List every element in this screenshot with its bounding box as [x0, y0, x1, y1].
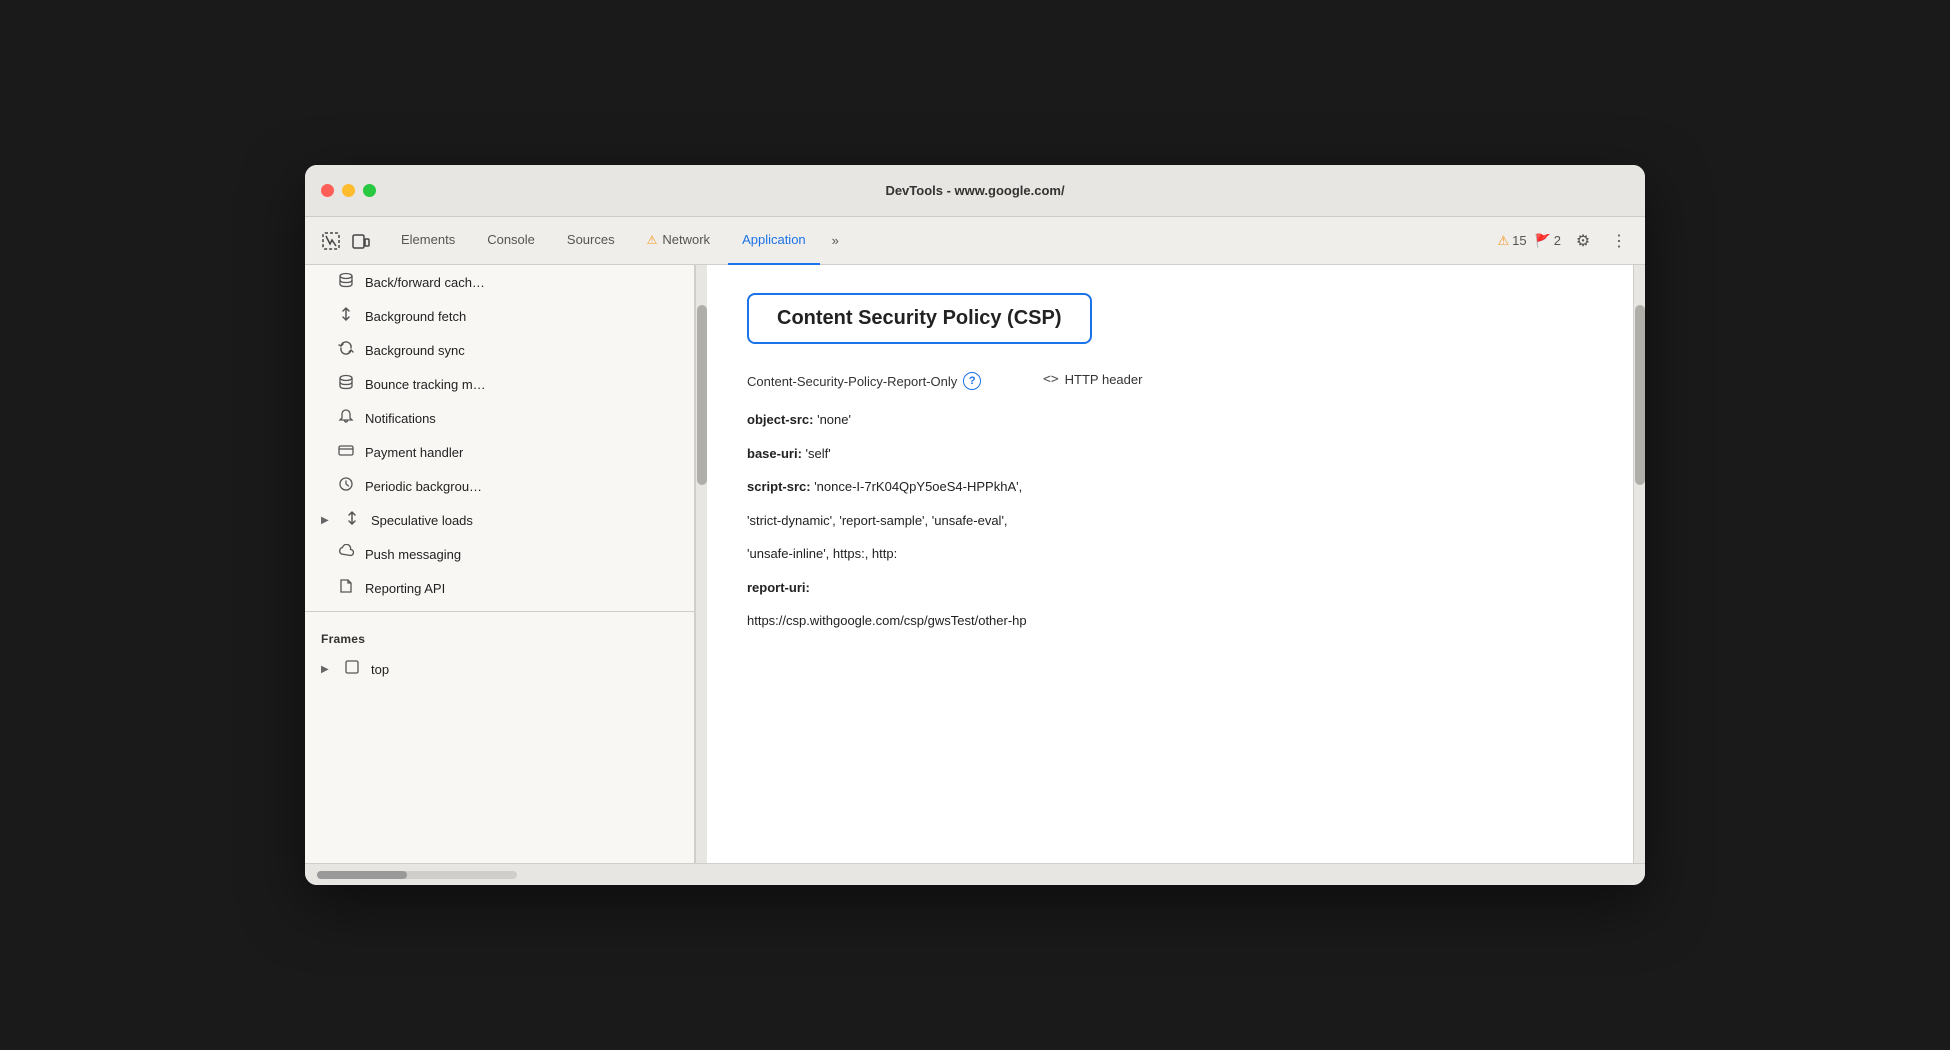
doc-icon — [337, 578, 355, 598]
sidebar-label: Reporting API — [365, 581, 445, 596]
frames-section-header: Frames — [305, 618, 694, 652]
bottom-scroll-track[interactable] — [317, 871, 517, 879]
frames-arrow-icon: ▶ — [321, 664, 333, 675]
network-warning-icon: ⚠ — [647, 233, 658, 247]
clock-icon — [337, 476, 355, 496]
sidebar-label: Payment handler — [365, 445, 463, 460]
error-badge: 🚩 2 — [1535, 233, 1561, 249]
settings-button[interactable]: ⚙ — [1569, 227, 1597, 255]
sidebar-item-reporting-api[interactable]: Reporting API — [305, 571, 694, 605]
maximize-button[interactable] — [363, 184, 376, 197]
csp-script-src: script-src: 'nonce-I-7rK04QpY5oeS4-HPPkh… — [747, 477, 1593, 497]
error-square-icon: 🚩 — [1535, 233, 1551, 249]
sidebar-scrollbar[interactable] — [695, 265, 707, 863]
sidebar-item-bounce-tracking[interactable]: Bounce tracking m… — [305, 367, 694, 401]
sync-icon — [337, 340, 355, 360]
traffic-lights — [321, 184, 376, 197]
device-toggle-icon[interactable] — [347, 227, 375, 255]
db-icon — [337, 272, 355, 292]
sidebar-item-back-forward-cache[interactable]: Back/forward cach… — [305, 265, 694, 299]
sidebar-item-background-sync[interactable]: Background sync — [305, 333, 694, 367]
devtools-window: DevTools - www.google.com/ Elements Cons… — [305, 165, 1645, 885]
bottom-bar — [305, 863, 1645, 885]
tab-application[interactable]: Application — [728, 217, 820, 265]
warning-triangle-icon: ⚠ — [1497, 233, 1509, 249]
speculative-icon — [343, 510, 361, 530]
toolbar: Elements Console Sources ⚠ Network Appli… — [305, 217, 1645, 265]
bounce-icon — [337, 374, 355, 394]
csp-title: Content Security Policy (CSP) — [747, 293, 1092, 344]
sidebar-container: Back/forward cach… Background fetch — [305, 265, 707, 863]
csp-object-src: object-src: 'none' — [747, 410, 1593, 430]
sidebar-item-periodic-background[interactable]: Periodic backgrou… — [305, 469, 694, 503]
tab-sources[interactable]: Sources — [553, 217, 629, 265]
code-brackets-icon: <> — [1043, 372, 1059, 387]
close-button[interactable] — [321, 184, 334, 197]
sidebar: Back/forward cach… Background fetch — [305, 265, 695, 863]
sidebar-item-background-fetch[interactable]: Background fetch — [305, 299, 694, 333]
csp-script-src-cont1: 'strict-dynamic', 'report-sample', 'unsa… — [747, 511, 1593, 531]
csp-script-src-cont2: 'unsafe-inline', https:, http: — [747, 544, 1593, 564]
csp-report-uri: report-uri: — [747, 578, 1593, 598]
content-scroll-thumb[interactable] — [1635, 305, 1645, 485]
tab-network[interactable]: ⚠ Network — [633, 217, 724, 265]
main-area: Back/forward cach… Background fetch — [305, 265, 1645, 863]
more-options-button[interactable]: ⋮ — [1605, 227, 1633, 255]
warning-badge: ⚠ 15 — [1497, 233, 1526, 249]
sidebar-item-frames-top[interactable]: ▶ top — [305, 652, 694, 686]
sidebar-label: top — [371, 662, 389, 677]
main-content: Content Security Policy (CSP) Content-Se… — [707, 265, 1633, 863]
sidebar-label: Background fetch — [365, 309, 466, 324]
cloud-icon — [337, 544, 355, 564]
toolbar-right: ⚠ 15 🚩 2 ⚙ ⋮ — [1497, 227, 1633, 255]
inspect-icon[interactable] — [317, 227, 345, 255]
bell-icon — [337, 408, 355, 428]
expand-arrow-icon: ▶ — [321, 515, 333, 526]
window-title: DevTools - www.google.com/ — [885, 183, 1064, 198]
sidebar-scroll-thumb[interactable] — [697, 305, 707, 485]
sidebar-item-notifications[interactable]: Notifications — [305, 401, 694, 435]
sidebar-item-push-messaging[interactable]: Push messaging — [305, 537, 694, 571]
csp-details: object-src: 'none' base-uri: 'self' scri… — [747, 410, 1593, 631]
sidebar-label: Bounce tracking m… — [365, 377, 486, 392]
sidebar-label: Background sync — [365, 343, 465, 358]
sidebar-label: Push messaging — [365, 547, 461, 562]
toolbar-icons — [317, 227, 375, 255]
sidebar-label: Notifications — [365, 411, 436, 426]
csp-policy-label: Content-Security-Policy-Report-Only ? — [747, 372, 1027, 390]
content-scrollbar[interactable] — [1633, 265, 1645, 863]
csp-report-uri-value: https://csp.withgoogle.com/csp/gwsTest/o… — [747, 611, 1593, 631]
frame-icon — [343, 659, 361, 679]
bottom-scroll-thumb[interactable] — [317, 871, 407, 879]
sidebar-item-payment-handler[interactable]: Payment handler — [305, 435, 694, 469]
sidebar-label: Back/forward cach… — [365, 275, 485, 290]
csp-http-header: <> HTTP header — [1043, 372, 1142, 387]
minimize-button[interactable] — [342, 184, 355, 197]
csp-policy-row: Content-Security-Policy-Report-Only ? <>… — [747, 372, 1593, 390]
help-icon[interactable]: ? — [963, 372, 981, 390]
sidebar-label: Speculative loads — [371, 513, 473, 528]
csp-base-uri: base-uri: 'self' — [747, 444, 1593, 464]
fetch-icon — [337, 306, 355, 326]
sidebar-item-speculative-loads[interactable]: ▶ Speculative loads — [305, 503, 694, 537]
card-icon — [337, 442, 355, 462]
more-tabs-button[interactable]: » — [824, 227, 847, 254]
sidebar-divider — [305, 611, 694, 612]
sidebar-label: Periodic backgrou… — [365, 479, 482, 494]
tab-console[interactable]: Console — [473, 217, 549, 265]
title-bar: DevTools - www.google.com/ — [305, 165, 1645, 217]
tab-elements[interactable]: Elements — [387, 217, 469, 265]
